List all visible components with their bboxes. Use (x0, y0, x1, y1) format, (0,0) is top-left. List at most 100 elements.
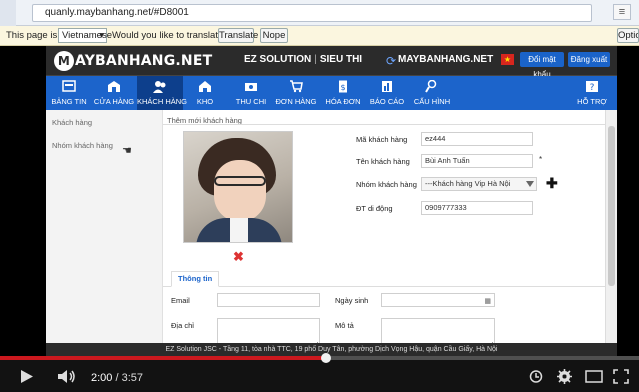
language-select[interactable]: Vietnamese ▾ (58, 28, 112, 43)
nav-item-reports[interactable]: BÁO CÁO (368, 76, 406, 110)
customers-icon (153, 81, 166, 93)
seek-handle[interactable] (321, 353, 331, 363)
group-label: Nhóm khách hàng (356, 180, 417, 189)
nav-label: CỬA HÀNG (93, 97, 135, 106)
code-label: Mã khách hàng (356, 135, 408, 144)
browser-tab-edge (0, 0, 16, 26)
scrollbar-thumb[interactable] (608, 126, 615, 286)
time-separator: / (112, 372, 122, 384)
calendar-icon[interactable]: ▦ (484, 296, 491, 308)
name-field[interactable]: Bùi Anh Tuấn (421, 154, 533, 168)
language-select-value: Vietnamese (62, 30, 112, 41)
birthday-label: Ngày sinh (335, 296, 369, 305)
photo-glasses (214, 176, 266, 186)
nav-item-customers[interactable]: KHÁCH HÀNG (137, 76, 187, 110)
money-icon (245, 83, 257, 91)
play-icon[interactable] (20, 369, 34, 384)
volume-icon[interactable] (57, 369, 77, 384)
nav-item-settings[interactable]: CẤU HÌNH (412, 76, 452, 110)
sidebar-item-customer-groups[interactable]: Nhóm khách hàng (52, 141, 113, 150)
seek-bar[interactable] (0, 353, 639, 363)
group-select[interactable]: ---Khách hàng Vip Hà Nội (421, 177, 537, 191)
email-label: Email (171, 296, 190, 305)
required-mark: * (539, 155, 543, 164)
email-field[interactable] (217, 293, 320, 307)
delete-photo-icon[interactable]: ✖ (233, 249, 244, 265)
nav-item-cashflow[interactable]: THU CHI (232, 76, 270, 110)
nav-item-invoices[interactable]: $ HÓA ĐƠN (322, 76, 364, 110)
description-label: Mô tả (335, 321, 354, 330)
app-logo[interactable]: M AYBANHANG.NET (54, 50, 212, 72)
name-label: Tên khách hàng (356, 157, 410, 166)
address-label: Địa chỉ (171, 321, 194, 330)
nav-item-support[interactable]: ? HỖ TRỢ (574, 76, 610, 110)
phone-value: 0909777333 (425, 203, 467, 212)
svg-text:$: $ (340, 83, 345, 92)
phone-field[interactable]: 0909777333 (421, 201, 533, 215)
app-footer: EZ Solution JSC - Tầng 11, tòa nhà TTC, … (46, 343, 617, 356)
nav-label: HÓA ĐƠN (325, 97, 361, 106)
sidebar: Khách hàng Nhóm khách hàng ☚ (46, 110, 163, 352)
sidebar-item-customers[interactable]: Khách hàng (52, 118, 92, 127)
hand-cursor-icon: ☚ (122, 145, 132, 157)
nav-label: BẢNG TIN (51, 97, 87, 106)
invoice-icon: $ (339, 80, 347, 93)
screenshot-root: quanly.maybanhang.net/#D8001 ≡ This page… (0, 0, 639, 392)
app-header: M AYBANHANG.NET EZ SOLUTION | SIEU THI ⟳ MA… (46, 46, 617, 79)
code-field[interactable]: ez444 (421, 132, 533, 146)
translate-button[interactable]: Translate (218, 28, 258, 43)
change-password-button[interactable]: Đổi mật khẩu (520, 52, 564, 79)
translate-options-button[interactable]: Optio (617, 28, 639, 43)
nav-label: THU CHI (235, 97, 267, 106)
company-label: EZ SOLUTION (244, 54, 312, 65)
nav-label: BÁO CÁO (369, 97, 405, 106)
photo-shirt (230, 218, 248, 242)
store-icon (108, 81, 120, 92)
dashboard-icon (62, 80, 76, 92)
birthday-field[interactable]: ▦ (381, 293, 495, 307)
nav-label: KHO (196, 97, 214, 106)
address-text: quanly.maybanhang.net/#D8001 (45, 7, 189, 18)
vietnam-flag-icon[interactable]: ★ (501, 54, 514, 65)
fullscreen-icon[interactable] (613, 369, 629, 384)
logo-text: AYBANHANG.NET (75, 53, 213, 69)
time-display: 2:00 / 3:57 (91, 372, 143, 384)
customer-photo[interactable] (183, 131, 293, 243)
photo-face (214, 160, 266, 222)
settings-gear-icon[interactable] (557, 369, 572, 384)
support-icon: ? (586, 81, 598, 93)
main-content: Thêm mới khách hàng ✖ Mã khách hàng ez44… (163, 110, 617, 352)
browser-menu-icon[interactable]: ≡ (613, 4, 631, 20)
nav-item-warehouse[interactable]: KHO (188, 76, 222, 110)
company-sub-label: SIEU THI (319, 54, 363, 65)
chevron-down-icon: ▾ (99, 30, 104, 41)
nope-button[interactable]: Nope (260, 28, 288, 43)
name-value: Bùi Anh Tuấn (425, 156, 470, 165)
watch-later-icon[interactable] (529, 370, 543, 383)
browser-url-bar: quanly.maybanhang.net/#D8001 ≡ (0, 0, 639, 26)
group-value: ---Khách hàng Vip Hà Nội (425, 179, 511, 188)
logout-button[interactable]: Đăng xuất (568, 52, 610, 67)
brand-name: MAYBANHANG.NET (398, 54, 494, 65)
main-nav: BẢNG TIN CỬA HÀNG KHÁCH HÀNG KHO THU CHI… (46, 76, 617, 110)
add-group-icon[interactable]: ✚ (546, 175, 558, 192)
nav-label: ĐƠN HÀNG (275, 97, 317, 106)
cart-icon (290, 80, 303, 93)
app-frame: M AYBANHANG.NET EZ SOLUTION | SIEU THI ⟳ MA… (46, 46, 617, 352)
address-field[interactable]: quanly.maybanhang.net/#D8001 (32, 4, 592, 22)
nav-item-dashboard[interactable]: BẢNG TIN (48, 76, 90, 110)
sync-icon[interactable]: ⟳ (386, 54, 396, 68)
seek-bar-played (0, 356, 326, 360)
company-name: EZ SOLUTION | SIEU THI (244, 54, 363, 65)
customer-form: ✖ Mã khách hàng ez444 Tên khách hàng Bùi… (163, 124, 605, 352)
tab-info[interactable]: Thông tin (171, 271, 220, 287)
settings-icon (425, 80, 437, 93)
chevron-down-icon (526, 181, 534, 187)
logo-mark: M (54, 51, 74, 71)
theater-mode-icon[interactable] (585, 370, 603, 383)
nav-item-store[interactable]: CỬA HÀNG (92, 76, 136, 110)
nav-item-orders[interactable]: ĐƠN HÀNG (274, 76, 318, 110)
code-value: ez444 (425, 134, 446, 143)
nav-label: CẤU HÌNH (413, 97, 451, 106)
page-scrollbar[interactable] (605, 110, 617, 352)
